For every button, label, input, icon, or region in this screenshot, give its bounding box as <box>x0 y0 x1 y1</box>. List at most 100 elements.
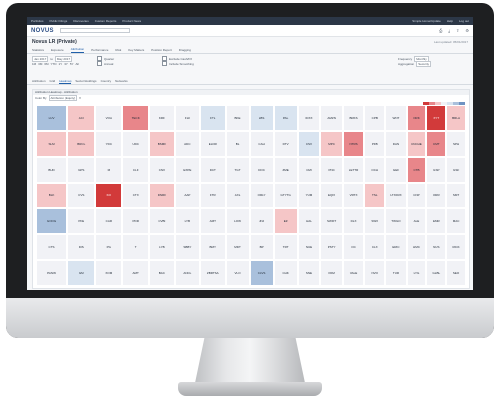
heatmap-tile-mdt[interactable]: MDT <box>225 234 250 261</box>
heatmap-tile-clf[interactable]: CLF <box>122 156 150 183</box>
smoothing-checkbox[interactable] <box>162 61 167 66</box>
heatmap-tile-gef[interactable]: GEF <box>385 156 407 183</box>
heatmap-tile-sbby[interactable]: SBBY <box>174 234 201 261</box>
heatmap-tile-m[interactable]: M <box>95 156 123 183</box>
heatmap-tile-ydc[interactable]: YDC <box>95 130 123 157</box>
heatmap-tile-ale[interactable]: ALE <box>406 208 427 235</box>
heatmap-tile-och[interactable]: OCH <box>364 156 386 183</box>
heatmap-tile-lyb[interactable]: LYB <box>174 208 201 235</box>
nav-link-product-news[interactable]: Product News <box>122 19 141 23</box>
heatmap-tile-pal[interactable]: PAL <box>273 105 298 131</box>
heatmap-tile-seo[interactable]: SEO <box>446 260 466 286</box>
heatmap-tile-ancl[interactable]: ANCL <box>174 260 201 286</box>
heatmap-tile-gm[interactable]: GM <box>67 260 96 286</box>
heatmap-tile-ctb[interactable]: CTB <box>406 156 427 183</box>
heatmap-tile-pfb[interactable]: PFB <box>364 130 386 157</box>
subtab-heatmap[interactable]: Heatmap <box>59 79 72 84</box>
annual-checkbox[interactable] <box>97 61 102 66</box>
heatmap-tile-cnche[interactable]: CNCHE <box>406 130 427 157</box>
heatmap-tile-eqix[interactable]: EQIX <box>320 182 343 209</box>
heatmap-tile-orr[interactable]: ORR <box>426 182 447 209</box>
heatmap-tile-bp[interactable]: BP <box>249 234 274 261</box>
heatmap-tile-idxx[interactable]: IDXX <box>297 105 321 131</box>
range-button-all[interactable]: All <box>76 62 79 66</box>
heatmap-tile-bsmf[interactable]: BSMF <box>149 130 175 157</box>
heatmap-tile-ntrs[interactable]: NTRS <box>342 130 365 157</box>
nav-link-logout[interactable]: Log out <box>459 19 469 23</box>
nav-link-public-filings[interactable]: Public Filings <box>50 19 68 23</box>
heatmap-tile-cmi[interactable]: CMI <box>297 156 321 183</box>
heatmap-tile-adc[interactable]: ADC <box>174 130 201 157</box>
heatmap-tile-sne[interactable]: SNE <box>297 260 321 286</box>
nav-link-custom-reports[interactable]: Custom Reports <box>95 19 117 23</box>
share-icon[interactable]: ⇪ <box>456 28 459 33</box>
heatmap-tile-orly[interactable]: ORLY <box>249 182 274 209</box>
tab-attribution[interactable]: Attribution <box>70 47 85 53</box>
heatmap-tile-cpb[interactable]: CPB <box>364 105 386 131</box>
heatmap-tile-eric[interactable]: ERIC <box>385 234 407 261</box>
heatmap-tile-udc[interactable]: UDC <box>122 130 150 157</box>
heatmap-tile-ez[interactable]: EZ <box>273 208 298 235</box>
heatmap-tile-ko[interactable]: KO <box>95 182 123 209</box>
heatmap-tile-tur[interactable]: TUR <box>385 260 407 286</box>
heatmap-tile-blk[interactable]: BLK <box>36 182 68 209</box>
range-button-3y[interactable]: 3Y <box>64 62 68 66</box>
heatmap-tile-oc[interactable]: OC <box>342 234 365 261</box>
heatmap-tile-pam[interactable]: PAM <box>320 260 343 286</box>
heatmap-tile-slm[interactable]: SLM <box>36 130 68 157</box>
heatmap-tile-luv[interactable]: LUV <box>36 105 68 131</box>
heatmap-tile-cvbi[interactable]: CVBI <box>149 208 175 235</box>
tab-risk[interactable]: Risk <box>115 48 121 53</box>
heatmap-tile-ilsp[interactable]: ILSP <box>426 156 447 183</box>
heatmap-tile-pdr[interactable]: PDR <box>122 208 150 235</box>
heatmap-tile-voa[interactable]: VOA <box>95 105 123 131</box>
heatmap-tile-cnp[interactable]: CNP <box>406 182 427 209</box>
heatmap-tile-dnrf[interactable]: DNRF <box>149 182 175 209</box>
heatmap-tile-brla[interactable]: BRLA <box>446 105 466 131</box>
heatmap-tile-dlx[interactable]: DLX <box>342 208 365 235</box>
heatmap-tile-csx[interactable]: CSX <box>297 130 321 157</box>
heatmap-tile-aap[interactable]: AAP <box>174 182 201 209</box>
heatmap-tile-amzn[interactable]: AMZN <box>320 105 343 131</box>
heatmap-tile-brks[interactable]: BRKS <box>342 105 365 131</box>
heatmap-tile-clvs[interactable]: CLVS <box>249 260 274 286</box>
heatmap-tile-mac[interactable]: MAC <box>446 208 466 235</box>
heatmap-tile-clx[interactable]: CLX <box>364 234 386 261</box>
heatmap-tile-pg[interactable]: PG <box>95 234 123 261</box>
subtab-sector-holdings[interactable]: Sector/Holdings <box>75 79 96 83</box>
heatmap-tile-teck[interactable]: TECK <box>122 105 150 131</box>
heatmap-tile-brcl[interactable]: BRCL <box>67 130 96 157</box>
tab-performance[interactable]: Performance <box>91 48 108 53</box>
tab-position-report[interactable]: Position Report <box>151 48 172 53</box>
tab-exposure[interactable]: Exposure <box>51 48 64 53</box>
heatmap-tile-hal[interactable]: HAL <box>297 208 321 235</box>
novus-logo[interactable]: NOVUS <box>31 28 54 34</box>
range-button-6m[interactable]: 6M <box>44 62 48 66</box>
heatmap-tile-gtytg[interactable]: GTYTG <box>273 182 298 209</box>
heatmap-tile-emr[interactable]: EMR <box>426 208 447 235</box>
heatmap-tile-hmc[interactable]: HMC <box>406 234 427 261</box>
heatmap-tile-lbs[interactable]: LBS <box>249 105 274 131</box>
heatmap-tile-nvo[interactable]: NVO <box>364 260 386 286</box>
heatmap-tile-axl[interactable]: AXL <box>225 182 250 209</box>
heatmap-tile-bke[interactable]: BKE <box>225 105 250 131</box>
heatmap-tile-ltxfrx[interactable]: LTXFRX <box>385 182 407 209</box>
heatmap-tile-gsf[interactable]: GSF <box>446 156 466 183</box>
heatmap-tile-twgo[interactable]: TWGO <box>385 208 407 235</box>
nav-link-help[interactable]: Help <box>447 19 453 23</box>
heatmap-tile-fhi[interactable]: FHI <box>174 105 201 131</box>
heatmap-tile-dtv[interactable]: DTV <box>273 130 298 157</box>
settings-icon[interactable]: ⚙ <box>465 28 469 33</box>
heatmap-tile-wnt[interactable]: WNT <box>385 105 407 131</box>
heatmap-tile-panw[interactable]: PANW <box>36 260 68 286</box>
heatmap-tile-dis[interactable]: DIS <box>67 234 96 261</box>
tab-statistics[interactable]: Statistics <box>32 48 44 53</box>
color-by-select[interactable]: Attribution (Equity) <box>48 95 78 101</box>
heatmap-tile-cnx[interactable]: CNX <box>149 156 175 183</box>
heatmap-tile-dct[interactable]: DCT <box>200 156 226 183</box>
heatmap-tile-vrtx[interactable]: VRTX <box>342 182 365 209</box>
tab-key-matters[interactable]: Key Matters <box>128 48 144 53</box>
heatmap-tile-vale[interactable]: VALE <box>342 260 365 286</box>
heatmap-tile-swx[interactable]: SWX <box>364 208 386 235</box>
heatmap-tile-xom[interactable]: XOM <box>95 260 123 286</box>
